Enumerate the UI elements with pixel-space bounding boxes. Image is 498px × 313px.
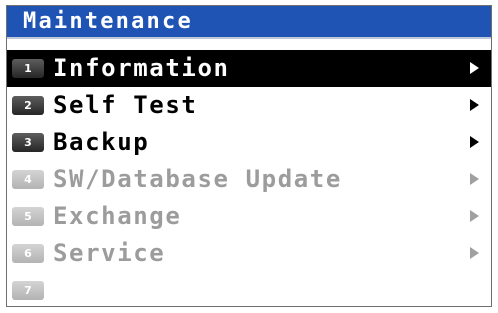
menu-item-number-badge: 3 [12, 133, 44, 152]
menu-item-service: 6 Service [7, 235, 491, 272]
right-triangle-icon [470, 99, 479, 111]
menu-item-number-badge: 4 [12, 170, 44, 189]
menu-title: Maintenance [23, 9, 193, 34]
menu-item-exchange: 5 Exchange [7, 198, 491, 235]
menu-item-label: Exchange [53, 202, 182, 230]
menu-item-label: Backup [53, 128, 150, 156]
right-triangle-icon [470, 173, 479, 185]
menu-item-empty-slot: 7 [7, 272, 491, 306]
menu-item-number-badge: 5 [12, 207, 44, 226]
menu-item-number-badge: 2 [12, 96, 44, 115]
menu-item-label: Service [53, 239, 166, 267]
right-triangle-icon [470, 62, 479, 74]
menu-item-self-test[interactable]: 2 Self Test [7, 87, 491, 124]
menu-item-label: Self Test [53, 91, 198, 119]
menu-item-information[interactable]: 1 Information [7, 50, 491, 87]
menu-list: 1 Information 2 Self Test 3 Backup 4 SW/… [7, 50, 491, 306]
right-triangle-icon [470, 247, 479, 259]
title-bar: Maintenance [7, 6, 491, 39]
menu-item-number-badge: 6 [12, 244, 44, 263]
menu-item-backup[interactable]: 3 Backup [7, 124, 491, 161]
menu-item-label: Information [53, 54, 230, 82]
maintenance-menu-window: Maintenance 1 Information 2 Self Test 3 … [6, 5, 492, 307]
menu-item-label: SW/Database Update [53, 165, 342, 193]
right-triangle-icon [470, 210, 479, 222]
menu-item-number-badge: 1 [12, 59, 44, 78]
menu-item-number-badge: 7 [12, 281, 44, 300]
right-triangle-icon [470, 136, 479, 148]
menu-item-sw-database-update: 4 SW/Database Update [7, 161, 491, 198]
